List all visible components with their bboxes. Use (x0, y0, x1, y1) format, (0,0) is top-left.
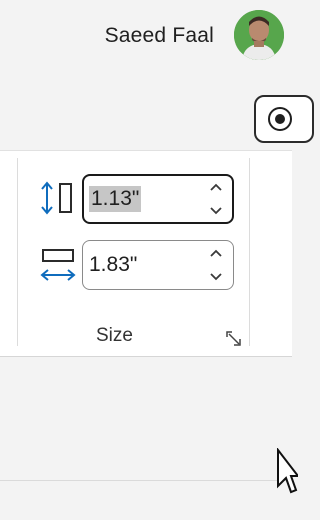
avatar-image (234, 10, 284, 60)
workspace-area (0, 357, 292, 520)
shape-width-value[interactable]: 1.83" (89, 252, 137, 278)
mouse-pointer-icon (276, 447, 301, 500)
chevron-down-icon[interactable] (209, 203, 223, 217)
size-group-label: Size (96, 325, 133, 346)
dialog-launcher-icon[interactable] (226, 331, 242, 347)
record-icon (268, 107, 292, 131)
shape-height-spinner[interactable]: 1.13" (82, 174, 234, 224)
chevron-up-icon[interactable] (209, 247, 223, 261)
ribbon-group-separator-left (17, 158, 18, 346)
user-avatar-icon[interactable] (234, 10, 284, 60)
ribbon-tab-strip (0, 75, 292, 150)
record-button[interactable] (254, 95, 314, 143)
shape-width-icon (38, 244, 78, 284)
user-name[interactable]: Saeed Faal (105, 24, 214, 48)
chevron-up-icon[interactable] (209, 181, 223, 195)
shape-height-icon (38, 178, 78, 218)
shape-height-value[interactable]: 1.13" (89, 186, 142, 212)
ribbon-group-separator-right (249, 158, 250, 346)
shape-width-spinner[interactable]: 1.83" (82, 240, 234, 290)
workspace-divider (0, 480, 292, 481)
chevron-down-icon[interactable] (209, 269, 223, 283)
